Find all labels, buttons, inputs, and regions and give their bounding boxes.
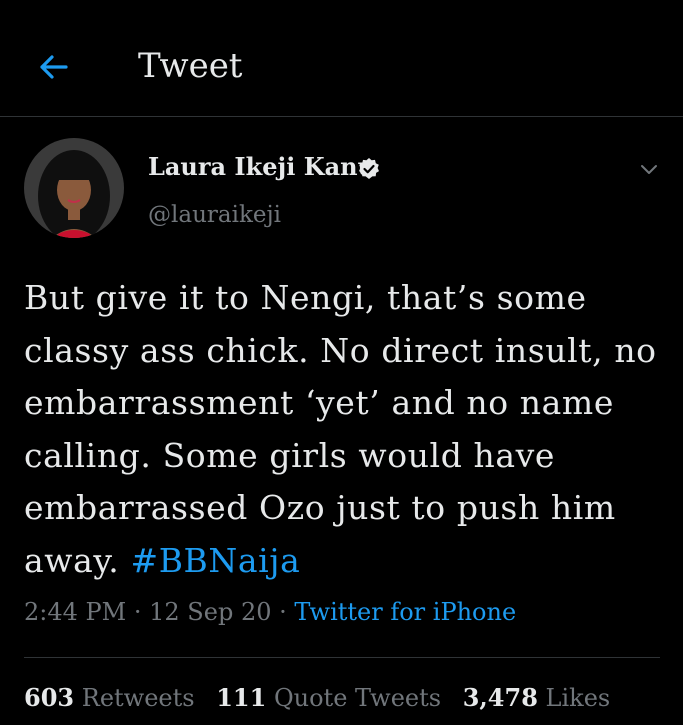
tweet-source-link[interactable]: Twitter for iPhone: [294, 598, 516, 626]
quote-tweets-label: Quote Tweets: [273, 684, 442, 712]
likes-stat[interactable]: 3,478 Likes: [462, 683, 611, 712]
retweets-count: 603: [24, 683, 75, 712]
retweets-label: Retweets: [81, 684, 195, 712]
likes-count: 3,478: [462, 683, 538, 712]
engagement-stats: 603 Retweets 111 Quote Tweets 3,478 Like…: [24, 682, 624, 714]
tweet-body-text: But give it to Nengi, that’s some classy…: [24, 278, 657, 580]
tweet-time[interactable]: 2:44 PM: [24, 598, 126, 626]
divider: [24, 657, 660, 658]
meta-separator: ·: [271, 598, 295, 626]
verified-badge-icon: [359, 158, 379, 179]
top-bar: Tweet: [0, 0, 683, 117]
quote-tweets-stat[interactable]: 111 Quote Tweets: [216, 683, 442, 712]
page-title: Tweet: [138, 46, 243, 86]
tweet-text: But give it to Nengi, that’s some classy…: [24, 272, 664, 587]
arrow-left-icon[interactable]: [36, 50, 70, 84]
meta-separator: ·: [126, 598, 150, 626]
avatar[interactable]: [24, 138, 124, 238]
retweets-stat[interactable]: 603 Retweets: [24, 683, 195, 712]
chevron-down-icon[interactable]: [636, 156, 662, 182]
quote-tweets-count: 111: [216, 683, 267, 712]
hashtag-link[interactable]: #BBNaija: [130, 541, 300, 580]
author-handle[interactable]: @lauraikeji: [148, 200, 281, 230]
author-name[interactable]: Laura Ikeji Kanu: [148, 152, 375, 182]
tweet-meta: 2:44 PM · 12 Sep 20 · Twitter for iPhone: [24, 596, 516, 628]
likes-label: Likes: [545, 684, 611, 712]
tweet-date[interactable]: 12 Sep 20: [149, 598, 271, 626]
